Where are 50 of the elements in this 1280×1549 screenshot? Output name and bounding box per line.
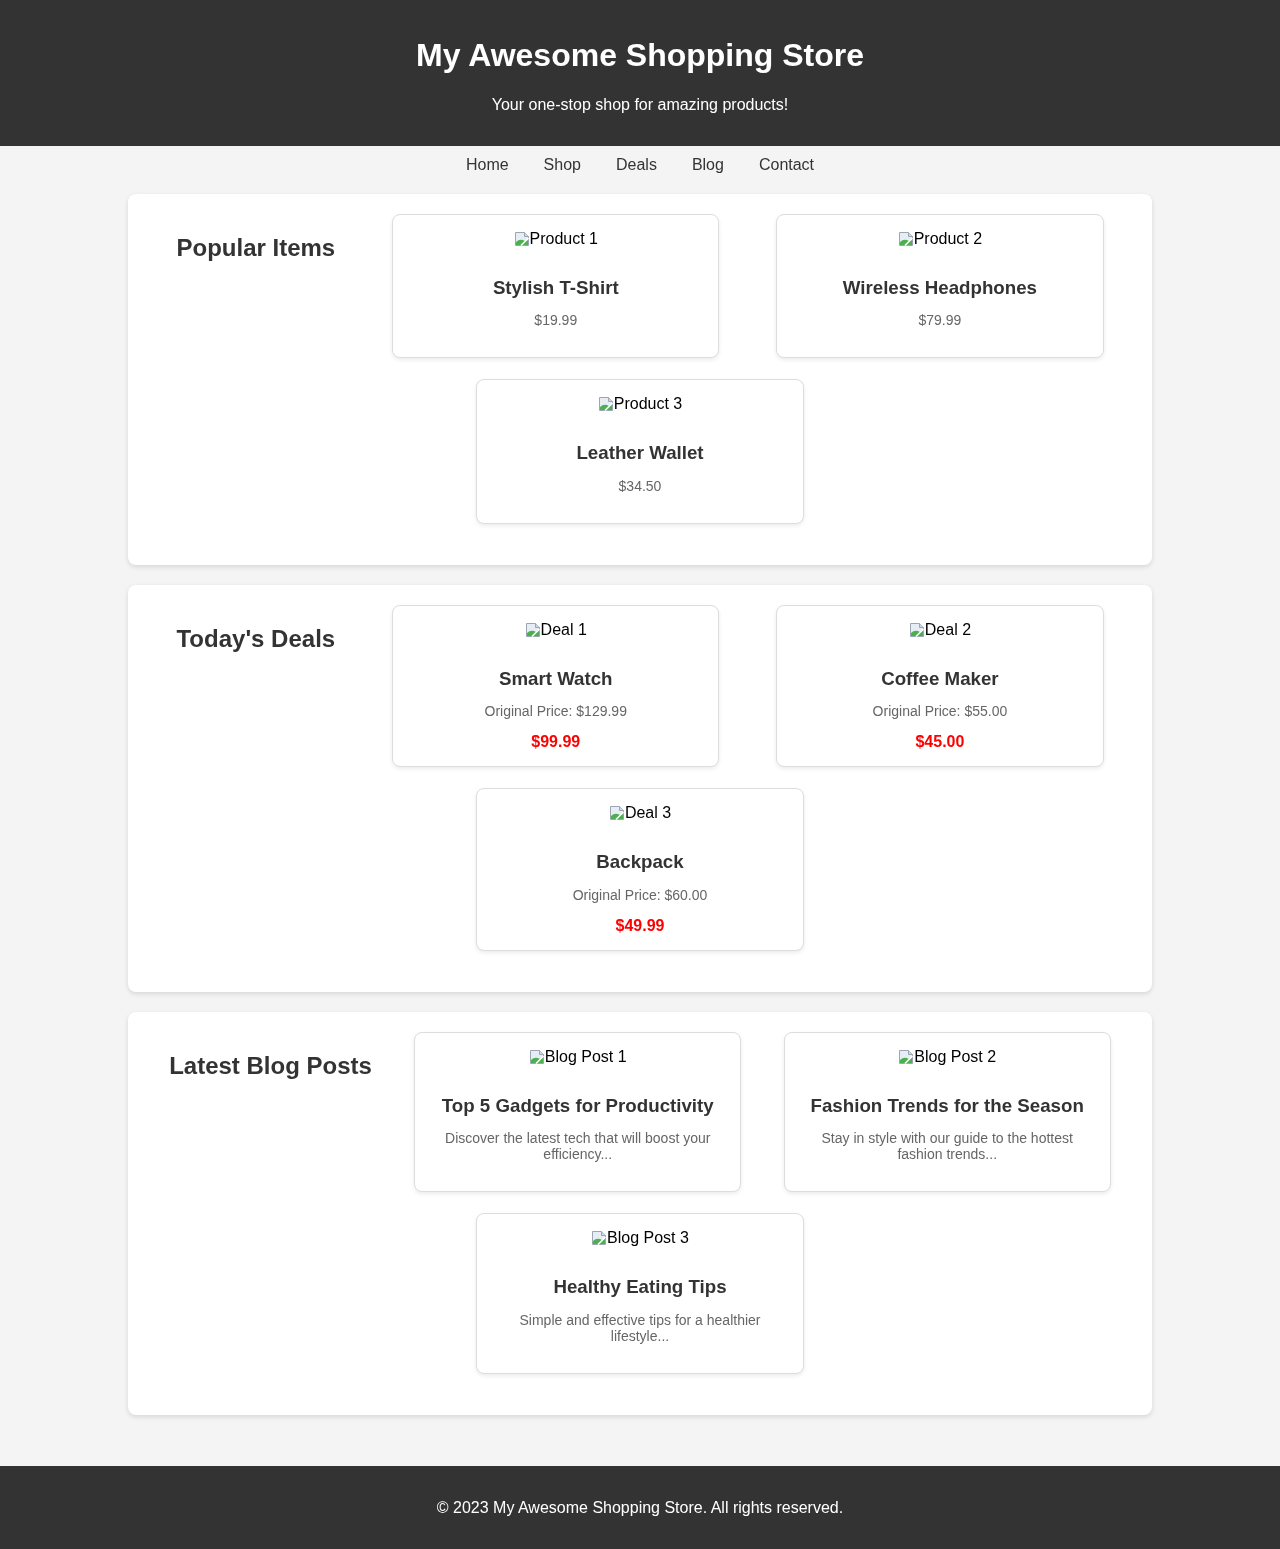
image-alt-text: Product 3 — [613, 395, 683, 414]
nav-link[interactable]: Home — [465, 154, 509, 174]
original-price-text: Original Price: $55.00 — [871, 703, 1009, 720]
broken-image-icon — [524, 621, 541, 638]
card-title: Backpack — [595, 851, 685, 873]
post-excerpt: Discover the latest tech that will boost your efficiency... — [444, 1130, 712, 1163]
card-title: Coffee Maker — [880, 667, 1000, 690]
sale-price-text: $45.00 — [914, 733, 966, 752]
card-title: Top 5 Gadgets for Productivity — [440, 1094, 715, 1117]
broken-image-icon — [897, 230, 914, 247]
post-excerpt: Stay in style with our guide to the hottest fashion trends... — [820, 1130, 1074, 1163]
image-alt-text: Deal 3 — [624, 804, 672, 823]
image-alt-text: Product 2 — [913, 229, 983, 248]
copyright-text: © 2023 My Awesome Shopping Store. All rights reserved. — [436, 1498, 844, 1516]
nav-link[interactable]: Blog — [691, 154, 724, 174]
card-title: Smart Watch — [497, 667, 614, 690]
site-tagline: Your one-stop shop for amazing products! — [491, 95, 789, 114]
broken-image-icon — [908, 621, 925, 638]
broken-image-icon — [608, 805, 625, 822]
original-price-text: Original Price: $60.00 — [571, 886, 709, 903]
site-title: My Awesome Shopping Store — [415, 37, 865, 75]
price-text: $34.50 — [617, 477, 663, 494]
section-heading: Popular Items — [176, 233, 336, 262]
image-alt-text: Product 1 — [529, 229, 598, 248]
nav-link[interactable]: Contact — [758, 154, 815, 174]
image-alt-text: Blog Post 2 — [914, 1047, 997, 1066]
nav-link[interactable]: Deals — [616, 154, 657, 174]
image-alt-text: Deal 1 — [540, 620, 587, 639]
post-excerpt: Simple and effective tips for a healthier lifestyle... — [518, 1311, 762, 1344]
broken-image-icon — [597, 396, 614, 413]
nav-link[interactable]: Shop — [543, 154, 581, 174]
card-title: Stylish T-Shirt — [491, 276, 620, 299]
section-heading: Today's Deals — [176, 624, 336, 653]
card-title: Leather Wallet — [575, 442, 705, 464]
sale-price-text: $49.99 — [614, 916, 666, 935]
section-heading: Latest Blog Posts — [169, 1051, 372, 1080]
price-text: $79.99 — [917, 312, 963, 329]
broken-image-icon — [528, 1048, 545, 1065]
original-price-text: Original Price: $129.99 — [483, 703, 628, 720]
price-text: $19.99 — [533, 312, 579, 329]
image-alt-text: Blog Post 1 — [544, 1047, 627, 1066]
broken-image-icon — [591, 1230, 608, 1247]
card-title: Fashion Trends for the Season — [809, 1094, 1085, 1117]
card-title: Wireless Headphones — [841, 276, 1038, 299]
image-alt-text: Blog Post 3 — [607, 1229, 689, 1248]
sale-price-text: $99.99 — [530, 733, 582, 752]
image-alt-text: Deal 2 — [924, 620, 972, 639]
broken-image-icon — [513, 230, 530, 247]
card-title: Healthy Eating Tips — [552, 1276, 728, 1298]
broken-image-icon — [898, 1048, 915, 1065]
